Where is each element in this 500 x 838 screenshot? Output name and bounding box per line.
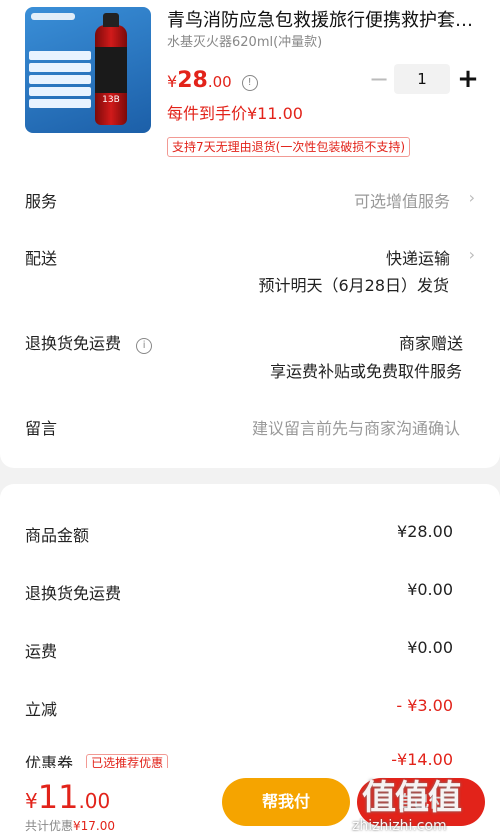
price-decimal: .00 (207, 73, 232, 91)
return-policy-tag: 支持7天无理由退货(一次性包装破损不支持) (167, 137, 410, 157)
chevron-right-icon: › (468, 188, 475, 207)
help-pay-button[interactable]: 帮我付 (222, 778, 350, 826)
delivery-value: 快递运输 (385, 249, 450, 268)
return-shipping-label-text: 退换货免运费 (25, 334, 122, 353)
price-symbol: ¥ (167, 72, 178, 91)
increase-button[interactable]: + (450, 64, 486, 94)
per-piece-price: 每件到手价¥11.00 (167, 104, 303, 123)
decrease-button[interactable]: − (364, 64, 394, 94)
discount-label: 立减 (25, 700, 58, 719)
message-label: 留言 (25, 419, 58, 438)
product-spec[interactable]: 水基灭火器620ml(冲量款) (167, 34, 322, 52)
watermark-logo: 值值值 (362, 778, 462, 818)
product-price: ¥ 28 .00 ! (167, 68, 258, 93)
total-saved: 共计优惠¥17.00 (25, 817, 115, 834)
product-card: 13B 青鸟消防应急包救援旅行便携救护套… 水基灭火器620ml(冲量款) ¥ … (0, 0, 500, 468)
total-decimal: .00 (78, 789, 111, 813)
order-confirm-page: 13B 青鸟消防应急包救援旅行便携救护套… 水基灭火器620ml(冲量款) ¥ … (0, 0, 500, 838)
fire-extinguisher-icon: 13B (95, 13, 127, 125)
shipping-value: ¥0.00 (407, 638, 453, 657)
return-shipping-sub: 享运费补贴或免费取件服务 (269, 362, 462, 381)
product-title[interactable]: 青鸟消防应急包救援旅行便携救护套… (167, 9, 485, 33)
saved-value: ¥17.00 (73, 819, 116, 833)
image-label: 13B (102, 95, 120, 105)
goods-amount-value: ¥28.00 (397, 522, 453, 541)
return-fee-value: ¥0.00 (407, 580, 453, 599)
total-integer: 11 (37, 778, 79, 816)
info-icon[interactable]: i (136, 338, 153, 354)
quantity-stepper: − 1 + (364, 64, 486, 94)
goods-amount-label: 商品金额 (25, 526, 90, 545)
saved-label: 共计优惠 (25, 819, 74, 833)
shipping-label: 运费 (25, 642, 58, 661)
total-price: ¥ 11 .00 (25, 778, 110, 816)
site-watermark: 值值值 zhizhizhi.com (352, 770, 500, 838)
delivery-estimate: 预计明天（6月28日）发货 (258, 276, 449, 295)
service-label: 服务 (25, 192, 58, 211)
quantity-input[interactable]: 1 (394, 64, 450, 94)
product-image[interactable]: 13B (25, 7, 151, 133)
coupon-value: -¥14.00 (391, 750, 453, 769)
message-input[interactable]: 建议留言前先与商家沟通确认 (252, 415, 460, 439)
image-feature-labels (29, 51, 91, 111)
discount-value: - ¥3.00 (396, 696, 453, 715)
watermark-text: zhizhizhi.com (352, 818, 447, 834)
price-info-icon[interactable]: ! (241, 75, 258, 91)
total-symbol: ¥ (25, 789, 38, 813)
chevron-right-icon: › (468, 245, 475, 264)
return-shipping-value: 商家赠送 (398, 334, 463, 353)
return-fee-label: 退换货免运费 (25, 584, 122, 603)
return-shipping-label: 退换货免运费 i (25, 330, 153, 355)
delivery-label: 配送 (25, 249, 58, 268)
price-summary-card: 商品金额 ¥28.00 退换货免运费 ¥0.00 运费 ¥0.00 立减 - ¥… (0, 484, 500, 784)
service-value: 可选增值服务 (353, 192, 450, 211)
price-integer: 28 (177, 68, 208, 93)
brand-logo (31, 13, 75, 20)
